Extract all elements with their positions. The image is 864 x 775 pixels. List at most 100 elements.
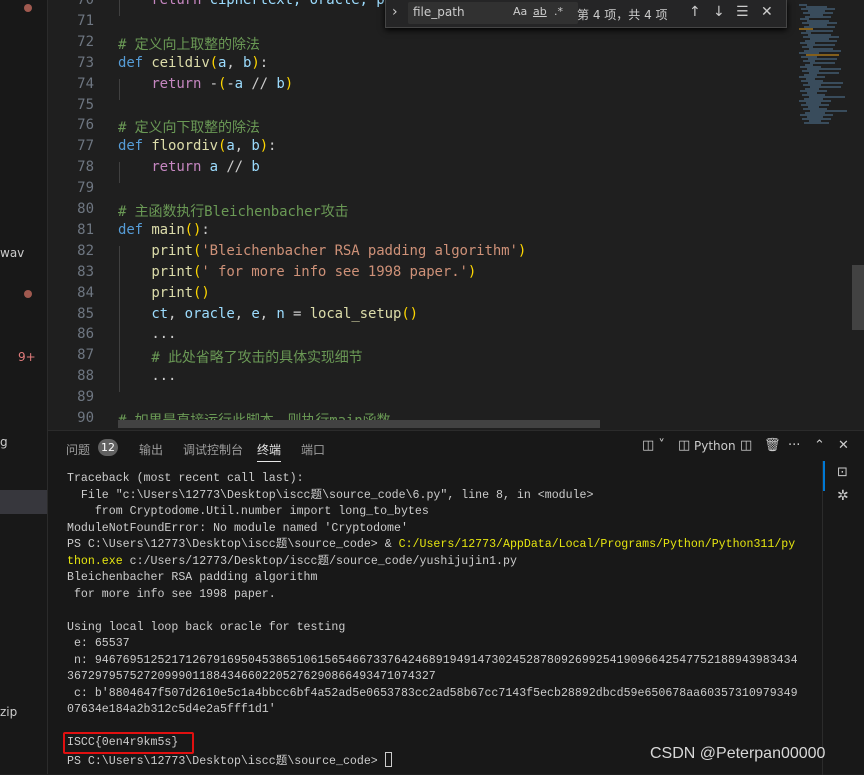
code-line[interactable]: return ciphertext, oracle, p [118, 0, 384, 8]
file-item[interactable]: zip [0, 705, 17, 719]
terminal-line: PS C:\Users\12773\Desktop\iscc题\source_c… [67, 537, 798, 554]
code-token: , [234, 138, 252, 155]
code-token: ceildiv [151, 54, 210, 71]
line-number: 72 [77, 33, 94, 50]
toggle-replace-icon[interactable]: › [392, 4, 398, 20]
find-in-selection-icon[interactable]: ☰ [736, 4, 749, 20]
tab-output[interactable]: 输出 [139, 441, 163, 458]
code-line[interactable]: print(' for more info see 1998 paper.') [118, 264, 476, 280]
vertical-scrollbar-thumb[interactable] [852, 265, 864, 330]
script-path: c:/Users/12773/Desktop/iscc题/source_code… [122, 554, 517, 568]
close-panel-icon[interactable]: ✕ [838, 438, 849, 453]
terminal-icon[interactable]: ◫ [678, 438, 690, 453]
code-token: ) [284, 75, 294, 92]
selected-file-item[interactable] [0, 490, 47, 514]
code-token: ) [259, 138, 269, 155]
whole-word-button[interactable]: ab [533, 5, 547, 18]
modified-dot [24, 290, 32, 298]
code-line[interactable]: # 此处省略了攻击的具体实现细节 [118, 347, 362, 367]
line-number: 85 [77, 305, 94, 322]
code-token: 'Bleichenbacher RSA padding algorithm' [201, 242, 518, 259]
terminal-line: from Cryptodome.Util.number import long_… [67, 505, 429, 518]
code-line[interactable]: return -(-a // b) [118, 76, 293, 92]
file-item[interactable]: wav [0, 246, 24, 260]
terminal-line: ModuleNotFoundError: No module named 'Cr… [67, 521, 408, 535]
indent-guide [119, 0, 120, 16]
match-case-button[interactable]: Aa [513, 5, 527, 18]
code-line[interactable]: ct, oracle, e, n = local_setup() [118, 306, 418, 322]
terminal-line: n: 9467695125217126791695045386510615654… [67, 653, 798, 667]
find-input[interactable]: file_path [408, 2, 578, 24]
line-number: 76 [77, 117, 94, 134]
split-terminal-icon[interactable]: ◫ [740, 438, 752, 453]
code-line[interactable]: ... [118, 368, 176, 384]
minimap-line [804, 122, 829, 124]
terminal-line: Using local loop back oracle for testing [67, 620, 346, 634]
code-token: ( [401, 305, 410, 322]
prompt: PS C:\Users\12773\Desktop\iscc题\source_c… [67, 538, 399, 551]
code-token: print [151, 242, 193, 259]
next-match-icon[interactable]: ↓ [713, 4, 725, 20]
code-line[interactable]: print() [118, 284, 209, 301]
tab-problems[interactable]: 问题 [66, 441, 90, 458]
code-line[interactable]: print('Bleichenbacher RSA padding algori… [118, 243, 526, 259]
code-token: , [234, 305, 252, 322]
code-line[interactable]: def main(): [118, 222, 210, 238]
line-number: 86 [77, 326, 94, 343]
code-line[interactable]: # 定义向下取整的除法 [118, 117, 260, 137]
tab-ports[interactable]: 端口 [301, 441, 325, 458]
line-number: 75 [77, 96, 94, 113]
more-actions-icon[interactable]: ··· [788, 438, 800, 453]
tab-terminal[interactable]: 终端 [257, 441, 282, 462]
tab-debug-console[interactable]: 调试控制台 [183, 441, 243, 458]
minimap-line [810, 62, 835, 64]
file-item[interactable]: g [0, 435, 8, 449]
code-editor[interactable]: 70 return ciphertext, oracle, p 71 72 # 定义向… [48, 0, 864, 430]
watermark: CSDN @Peterpan00000 [650, 745, 826, 762]
code-line[interactable]: ... [118, 326, 176, 342]
line-number: 84 [77, 284, 94, 301]
code-token: def [118, 138, 143, 155]
debug-terminal-icon[interactable]: ✲ [837, 488, 849, 504]
line-number: 83 [77, 263, 94, 280]
explorer-sidebar: wav 9+ g zip [0, 0, 48, 774]
code-line[interactable]: # 定义向上取整的除法 [118, 34, 260, 54]
trash-icon[interactable]: 🗑 [764, 438, 781, 453]
regex-button[interactable]: .* [554, 5, 563, 18]
line-number: 82 [77, 242, 94, 259]
maximize-panel-icon[interactable]: ⌃ [814, 438, 825, 453]
code-token: ) [409, 305, 418, 322]
code-token: ( [209, 54, 218, 71]
indent-guide [119, 371, 120, 393]
python-path: C:/Users/12773/AppData/Local/Programs/Py… [398, 538, 796, 551]
split-terminal-dropdown-icon[interactable]: ◫ ˅ [642, 438, 665, 453]
line-number: 78 [77, 159, 94, 176]
code-line[interactable]: return a // b [118, 159, 259, 175]
code-line[interactable]: def floordiv(a, b): [118, 138, 276, 154]
code-token: return [151, 0, 202, 8]
code-token: # 定义向下取整的除法 [118, 120, 260, 137]
code-token: e [251, 305, 260, 322]
python-path: thon.exe [67, 554, 123, 568]
terminal-output[interactable]: Traceback (most recent call last): File … [67, 471, 798, 770]
close-icon[interactable]: ✕ [761, 4, 773, 20]
code-token: = [284, 305, 310, 322]
code-token: print [151, 284, 193, 301]
code-token: b [251, 138, 260, 155]
code-line[interactable]: # 主函数执行Bleichenbacher攻击 [118, 201, 349, 221]
previous-match-icon[interactable]: ↑ [689, 4, 701, 20]
line-number: 80 [77, 201, 94, 217]
terminal-line: 07634e184a2b312c5d4e2a5fff1d1' [67, 703, 276, 716]
code-token: main [151, 221, 185, 238]
code-line[interactable]: def ceildiv(a, b): [118, 55, 268, 71]
code-token: local_setup [309, 305, 402, 322]
horizontal-scrollbar-thumb[interactable] [118, 420, 600, 428]
minimap[interactable] [795, 0, 852, 430]
flag-highlight-box [63, 732, 194, 754]
vertical-scrollbar[interactable] [852, 0, 864, 430]
terminal-name[interactable]: Python [694, 439, 736, 453]
powershell-terminal-icon[interactable]: ⊡ [837, 465, 848, 480]
